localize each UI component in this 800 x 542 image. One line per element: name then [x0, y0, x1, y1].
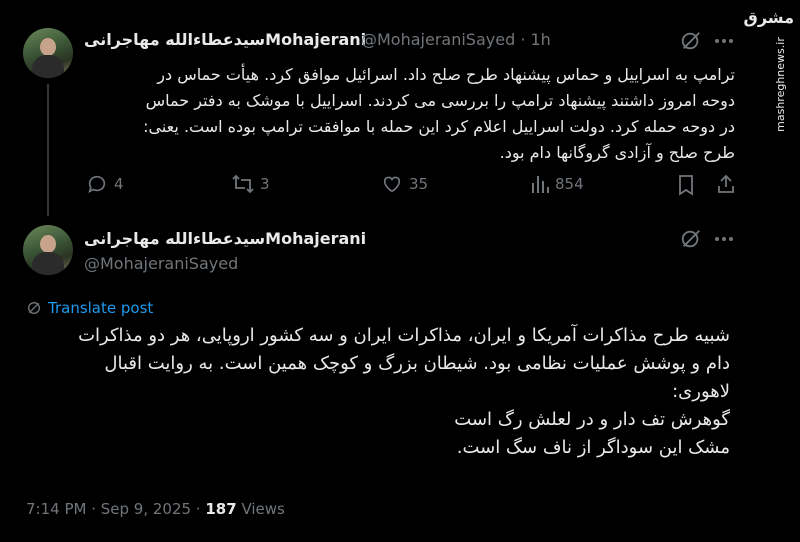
- grok-icon[interactable]: [680, 228, 702, 250]
- author-name[interactable]: سیدعطاءالله مهاجرانیMohajerani: [84, 30, 366, 49]
- views-icon[interactable]: [530, 173, 550, 195]
- more-options-icon[interactable]: [713, 230, 735, 248]
- views-count: 187: [205, 500, 237, 518]
- text-line: دام و پوشش عملیات نظامی بود. شیطان بزرگ …: [104, 353, 730, 374]
- text-line: طرح صلح و آزادی گروگانها دام بود.: [499, 143, 735, 162]
- post-meta: 7:14 PM · Sep 9, 2025 · 187 Views: [26, 500, 285, 518]
- avatar[interactable]: [23, 28, 73, 78]
- translate-icon: [28, 302, 40, 314]
- author-handle[interactable]: @MohajeraniSayed: [84, 254, 238, 273]
- author-handle[interactable]: @MohajeraniSayed · 1h: [361, 30, 551, 49]
- watermark: مشرق mashreghnews.ir: [744, 0, 800, 160]
- author-name[interactable]: سیدعطاءالله مهاجرانیMohajerani: [84, 229, 366, 248]
- post-time[interactable]: · 1h: [520, 30, 551, 49]
- reply-icon[interactable]: [86, 173, 108, 195]
- view-count[interactable]: 854: [555, 175, 584, 193]
- watermark-logo: مشرق: [743, 8, 794, 27]
- bookmark-icon[interactable]: [677, 174, 695, 196]
- more-options-icon[interactable]: [713, 32, 735, 50]
- translate-post-link[interactable]: Translate post: [26, 299, 153, 317]
- text-line: در دوحه حمله کرد. دولت اسراییل اعلام کرد…: [143, 117, 735, 136]
- text-line: لاهوری:: [672, 381, 730, 402]
- text-line: مشک این سوداگر از ناف سگ است.: [456, 437, 730, 458]
- thread-line: [47, 84, 49, 216]
- tweet-text: شبیه طرح مذاکرات آمریکا و ایران، مذاکرات…: [78, 322, 730, 462]
- views-label: Views: [241, 500, 285, 518]
- text-line: گوهرش تف دار و در لعلش رگ است: [454, 409, 730, 430]
- grok-icon[interactable]: [680, 30, 702, 52]
- repost-icon[interactable]: [231, 173, 255, 195]
- handle-text[interactable]: @MohajeraniSayed: [361, 30, 515, 49]
- repost-count[interactable]: 3: [260, 175, 270, 193]
- translate-label[interactable]: Translate post: [48, 299, 153, 317]
- tweet-text: ترامپ به اسراییل و حماس پیشنهاد طرح صلح …: [143, 62, 735, 166]
- avatar[interactable]: [23, 225, 73, 275]
- reply-count[interactable]: 4: [114, 175, 124, 193]
- like-icon[interactable]: [381, 173, 403, 195]
- text-line: دوحه امروز داشتند پیشنهاد ترامپ را بررسی…: [145, 91, 735, 110]
- post-timestamp[interactable]: 7:14 PM · Sep 9, 2025 ·: [26, 500, 201, 518]
- text-line: ترامپ به اسراییل و حماس پیشنهاد طرح صلح …: [157, 65, 735, 84]
- like-count[interactable]: 35: [409, 175, 428, 193]
- text-line: شبیه طرح مذاکرات آمریکا و ایران، مذاکرات…: [78, 325, 730, 346]
- watermark-url: mashreghnews.ir: [774, 37, 788, 132]
- share-icon[interactable]: [716, 173, 736, 195]
